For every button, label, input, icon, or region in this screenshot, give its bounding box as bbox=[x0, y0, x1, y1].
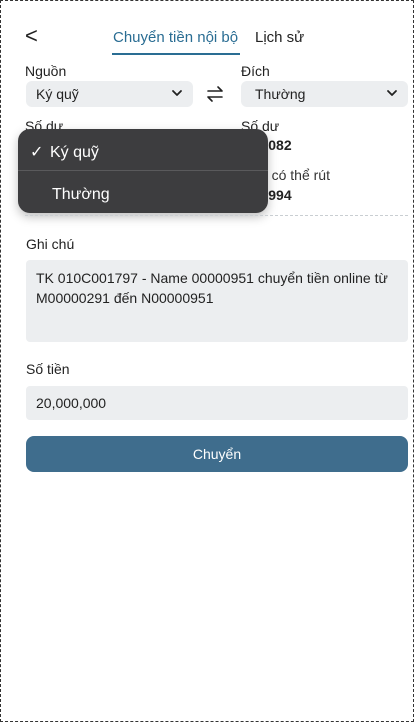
source-label: Nguồn bbox=[25, 63, 67, 79]
amount-input[interactable]: 20,000,000 bbox=[26, 386, 408, 420]
swap-icon[interactable] bbox=[204, 85, 226, 103]
destination-label: Đích bbox=[241, 63, 270, 79]
source-select-value: Ký quỹ bbox=[36, 86, 79, 102]
dropdown-option-label: Thường bbox=[52, 186, 110, 203]
tab-internal-transfer[interactable]: Chuyển tiền nội bộ bbox=[113, 29, 238, 46]
screen: < Chuyển tiền nội bộ Lịch sử Nguồn Ký qu… bbox=[0, 0, 414, 722]
note-label: Ghi chú bbox=[26, 236, 75, 252]
source-select[interactable]: Ký quỹ bbox=[26, 81, 193, 107]
tab-history[interactable]: Lịch sử bbox=[255, 29, 304, 46]
dropdown-option-ky-quy[interactable]: ✓ Ký quỹ bbox=[18, 129, 268, 171]
dropdown-option-label: Ký quỹ bbox=[50, 144, 99, 161]
amount-label: Số tiền bbox=[26, 361, 70, 377]
active-tab-indicator bbox=[112, 53, 240, 55]
transfer-button[interactable]: Chuyển bbox=[26, 436, 408, 472]
chevron-down-icon bbox=[172, 90, 182, 96]
dropdown-option-thuong[interactable]: Thường bbox=[18, 171, 268, 213]
source-dropdown-menu: ✓ Ký quỹ Thường bbox=[18, 129, 268, 213]
chevron-down-icon bbox=[387, 90, 397, 96]
back-icon[interactable]: < bbox=[25, 25, 45, 49]
section-divider bbox=[25, 215, 408, 216]
checkmark-icon: ✓ bbox=[30, 144, 44, 161]
destination-select-value: Thường bbox=[255, 86, 306, 102]
destination-select[interactable]: Thường bbox=[241, 81, 408, 107]
note-field[interactable]: TK 010C001797 - Name 00000951 chuyển tiề… bbox=[26, 260, 408, 342]
